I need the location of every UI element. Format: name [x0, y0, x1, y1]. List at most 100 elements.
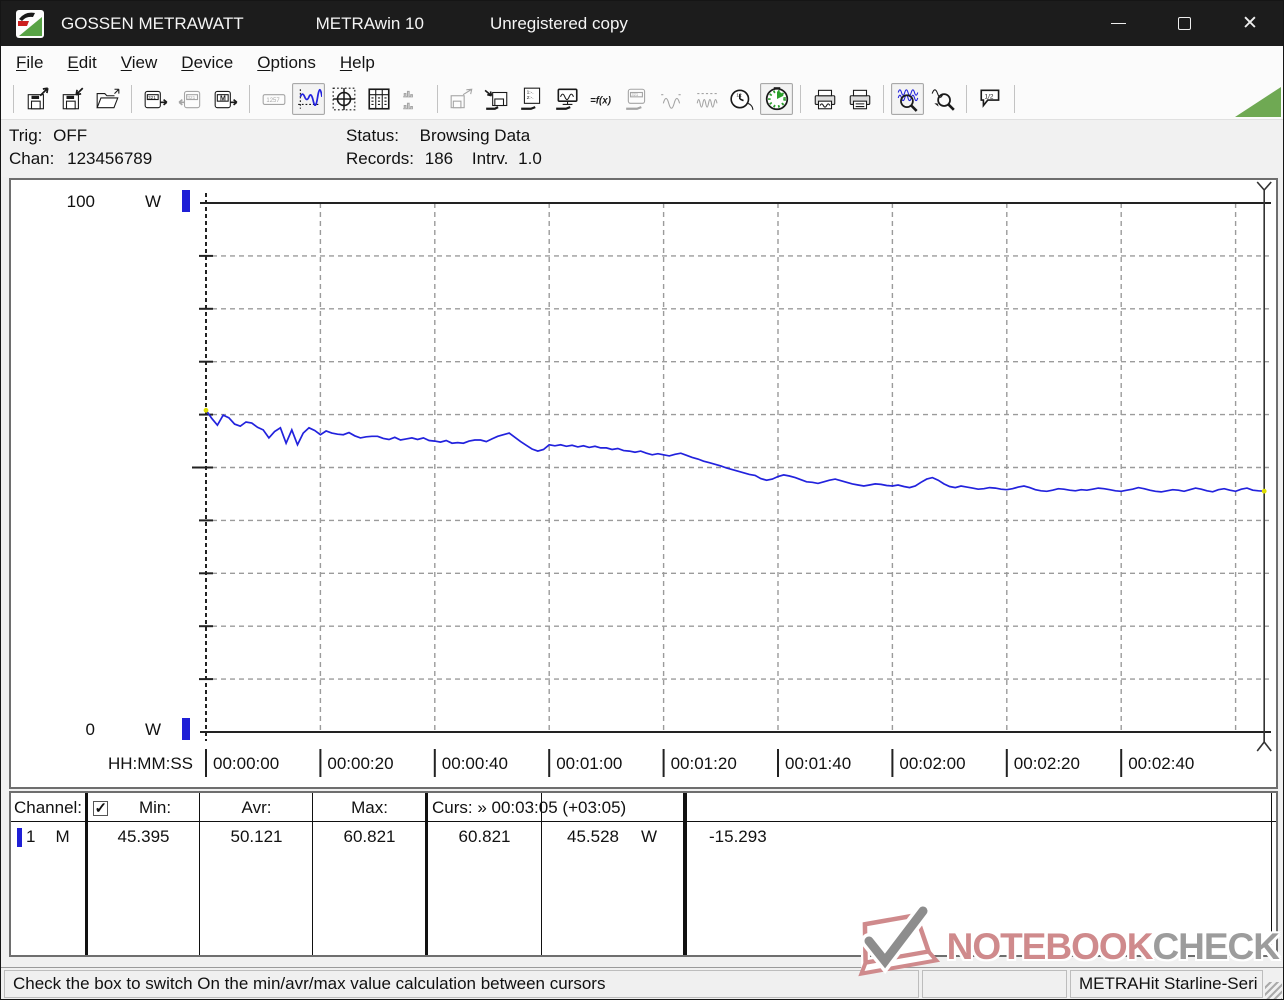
- monitor-display-button[interactable]: [550, 83, 583, 115]
- resize-grip[interactable]: [1265, 982, 1282, 999]
- menu-view[interactable]: View: [109, 49, 170, 77]
- folder-open-button[interactable]: [91, 83, 124, 115]
- toolbar-separator: [437, 85, 438, 113]
- cell-max: 60.821: [343, 827, 396, 846]
- header-min: Min:: [138, 798, 172, 817]
- status-bar: Check the box to switch On the min/avr/m…: [1, 967, 1283, 999]
- meter-config-icon: 321: [625, 88, 645, 110]
- close-button[interactable]: ✕: [1217, 1, 1283, 46]
- floppy-import-button[interactable]: [56, 83, 89, 115]
- min-max-checkbox[interactable]: [90, 797, 110, 819]
- chart-plot[interactable]: [11, 180, 1276, 787]
- numeric-display-button: 1257: [257, 83, 290, 115]
- cell-avr: 50.121: [230, 827, 283, 846]
- zoom-time-icon: [897, 89, 918, 112]
- channel-mode: M: [55, 827, 70, 846]
- zoom-curve-icon: [931, 89, 955, 111]
- x-tick-label: 00:01:40: [785, 754, 852, 773]
- curve-chart-button[interactable]: [292, 83, 325, 115]
- toolbar-separator: [13, 85, 14, 113]
- toolbar-separator: [883, 85, 884, 113]
- formula-fx-button[interactable]: =f(x): [585, 83, 618, 115]
- file-link-icon: [450, 88, 472, 109]
- analog-trigger-icon: [660, 94, 683, 109]
- app-logo-icon: [16, 9, 44, 38]
- channel-setup-icon: 1:-.2:-.: [520, 87, 540, 110]
- toolbar-separator: [1014, 85, 1015, 113]
- menu-file[interactable]: File: [4, 49, 55, 77]
- burst-trigger-icon: [696, 93, 717, 108]
- close-icon: ✕: [1242, 13, 1258, 34]
- memory-read-button[interactable]: M: [209, 83, 242, 115]
- records-value: 186: [424, 149, 454, 168]
- app-window: GOSSEN METRAWATT METRAwin 10 Unregistere…: [0, 0, 1284, 1000]
- histogram-button: [397, 83, 430, 115]
- analog-trigger-button: [655, 83, 688, 115]
- records-label: Records:: [346, 149, 415, 168]
- print-chart-button[interactable]: [808, 83, 841, 115]
- status-cell-empty: [922, 970, 1067, 998]
- y-max-channel-marker: [182, 190, 190, 212]
- toolbar-separator: [800, 85, 801, 113]
- time-setup-icon: 12: [729, 89, 753, 110]
- xy-chart-button[interactable]: [327, 83, 360, 115]
- svg-text:1/2: 1/2: [984, 93, 993, 100]
- status-device: METRAHit Starline-Seri: [1070, 970, 1263, 998]
- value-table-button[interactable]: [362, 83, 395, 115]
- menu-help[interactable]: Help: [328, 49, 387, 77]
- svg-text:1257: 1257: [266, 98, 279, 104]
- floppy-export-button[interactable]: [21, 83, 54, 115]
- meter-read-icon: 321: [144, 90, 167, 109]
- print-report-button[interactable]: [843, 83, 876, 115]
- menu-edit[interactable]: Edit: [55, 49, 108, 77]
- menu-bar: File Edit View Device Options Help: [1, 46, 1283, 79]
- zoom-time-button[interactable]: [891, 83, 924, 115]
- memory-read-icon: M: [214, 90, 237, 109]
- trig-label: Trig:: [9, 126, 43, 145]
- formula-fx-icon: =f(x): [590, 95, 611, 106]
- x-tick-label: 00:02:00: [899, 754, 966, 773]
- channel-row-id[interactable]: 1 M: [17, 826, 83, 848]
- y-min-channel-marker: [182, 718, 190, 740]
- toolbar-separator: [966, 85, 967, 113]
- status-label: Status:: [346, 126, 399, 145]
- channel-setup-button[interactable]: 1:-. 2:-.: [515, 83, 548, 115]
- timer-start-icon: [765, 87, 788, 111]
- x-tick-label: 00:00:40: [441, 754, 508, 773]
- y-axis-unit-bottom: W: [145, 720, 162, 739]
- floppy-import-icon: [62, 87, 83, 110]
- minimize-icon: [1110, 23, 1126, 24]
- zoom-curve-button[interactable]: [926, 83, 959, 115]
- numeric-display-icon: 1257: [262, 94, 285, 105]
- save-to-device-button[interactable]: [480, 83, 513, 115]
- svg-text:321: 321: [187, 95, 195, 101]
- maximize-button[interactable]: [1151, 1, 1217, 46]
- y-axis-unit-top: W: [145, 192, 162, 211]
- timer-start-button[interactable]: [760, 83, 793, 115]
- toolbar-corner-triangle: [1235, 87, 1281, 117]
- status-message: Check the box to switch On the min/avr/m…: [4, 970, 919, 998]
- svg-text:2:-.: 2:-.: [526, 95, 533, 101]
- svg-text:M: M: [220, 96, 226, 103]
- tooltip-help-icon: 1/2: [979, 89, 999, 108]
- monitor-display-icon: [555, 88, 578, 110]
- print-report-icon: [849, 89, 870, 110]
- x-axis-format-label: HH:MM:SS: [108, 754, 193, 773]
- time-setup-button[interactable]: 12: [725, 83, 758, 115]
- maximize-icon: [1177, 17, 1191, 30]
- svg-text:321: 321: [147, 95, 155, 101]
- svg-text:1:-.: 1:-.: [526, 90, 533, 96]
- app-name: GOSSEN METRAWATT: [61, 13, 244, 33]
- x-tick-label: 00:02:40: [1128, 754, 1195, 773]
- x-tick-label: 00:00:00: [213, 754, 280, 773]
- curve-chart-icon: [297, 88, 322, 109]
- menu-options[interactable]: Options: [245, 49, 328, 77]
- meter-config-button: 321: [620, 83, 653, 115]
- menu-device[interactable]: Device: [169, 49, 245, 77]
- info-panel: Trig: OFF Chan: 123456789 Status: Browsi…: [1, 119, 1283, 177]
- tooltip-help-button[interactable]: 1/2: [974, 83, 1007, 115]
- interval-value: 1.0: [518, 149, 542, 168]
- meter-write-icon: 321: [178, 90, 200, 109]
- meter-read-button[interactable]: 321: [139, 83, 172, 115]
- minimize-button[interactable]: [1085, 1, 1151, 46]
